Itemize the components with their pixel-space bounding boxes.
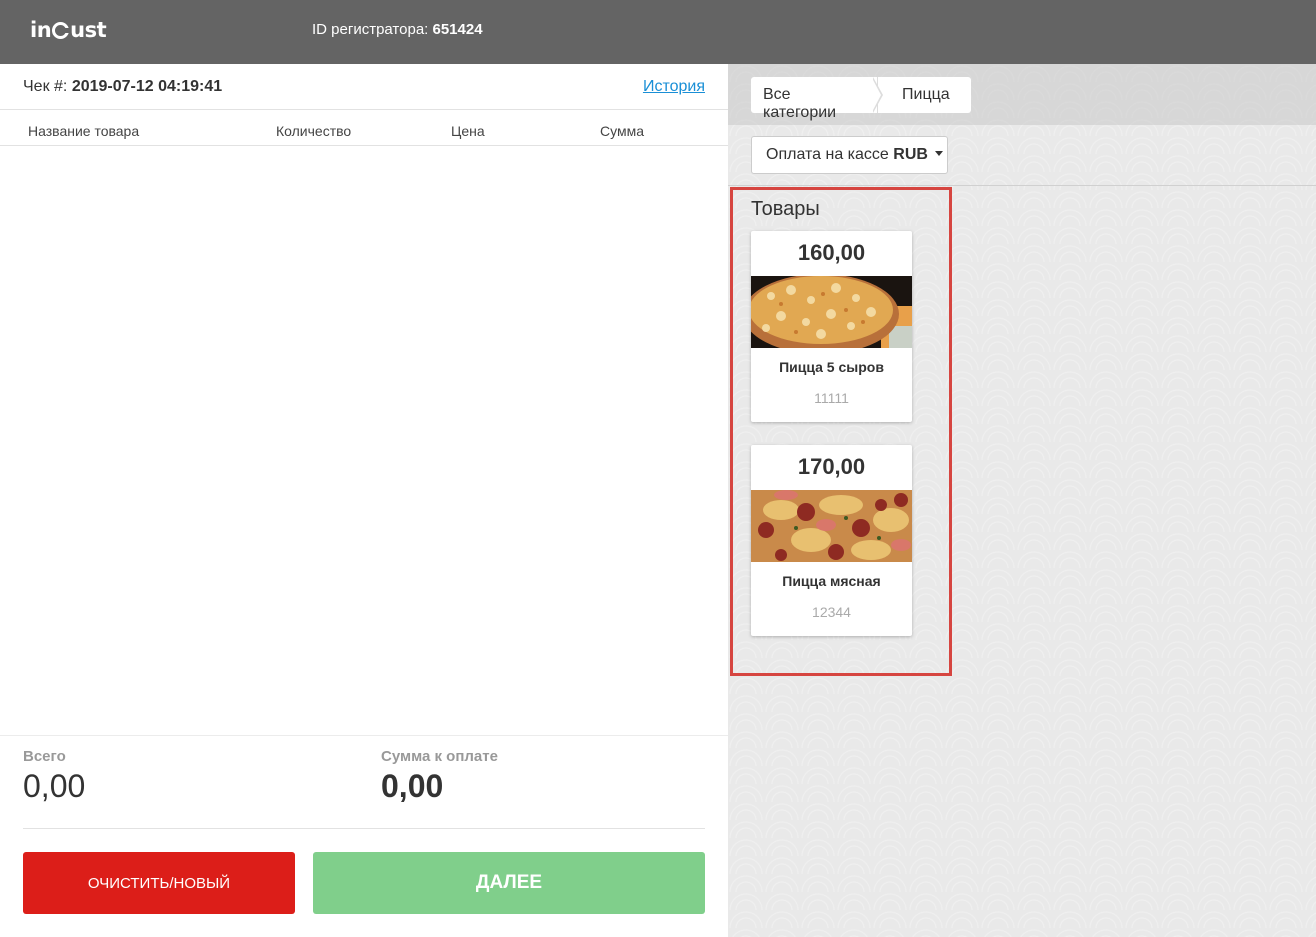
incust-logo: in ust bbox=[30, 18, 107, 42]
breadcrumb-all-categories[interactable]: Все категории bbox=[751, 77, 878, 121]
check-label: Чек #: bbox=[23, 78, 68, 95]
registrar-label: ID регистратора: bbox=[312, 21, 429, 38]
product-name: Пицца 5 сыров bbox=[779, 359, 884, 375]
payment-label: Оплата на кассе bbox=[766, 146, 889, 163]
top-bar: in ust ID регистратора: 651424 bbox=[0, 0, 1316, 64]
registrar-id-value: 651424 bbox=[432, 21, 483, 38]
total-label: Всего bbox=[23, 748, 66, 765]
payment-divider bbox=[728, 185, 1316, 186]
pizza-meat-image bbox=[751, 490, 912, 562]
history-link[interactable]: История bbox=[643, 78, 705, 96]
buttons-divider bbox=[23, 828, 705, 829]
catalog-panel: Все категории Пицца Оплата на кассе RUB … bbox=[728, 64, 1316, 937]
product-code: 12344 bbox=[812, 604, 851, 620]
totals-divider bbox=[0, 735, 728, 736]
check-header: Чек #: 2019-07-12 04:19:41 История bbox=[0, 64, 728, 110]
registrar-id: ID регистратора: 651424 bbox=[312, 21, 483, 38]
payment-method-dropdown[interactable]: Оплата на кассе RUB bbox=[751, 136, 948, 174]
receipt-panel: Чек #: 2019-07-12 04:19:41 История Назва… bbox=[0, 64, 728, 937]
product-price: 170,00 bbox=[797, 454, 866, 479]
check-value: 2019-07-12 04:19:41 bbox=[71, 78, 223, 95]
receipt-table-header: Название товара Количество Цена Сумма bbox=[0, 110, 728, 146]
column-quantity: Количество bbox=[276, 123, 352, 139]
product-price: 160,00 bbox=[797, 240, 866, 265]
pizza-cheese-image bbox=[751, 276, 912, 348]
column-price: Цена bbox=[451, 123, 485, 139]
product-card[interactable]: 160,00 Пицца 5 сыров 11111 bbox=[751, 231, 912, 422]
column-sum: Сумма bbox=[600, 123, 644, 139]
products-section-title: Товары bbox=[751, 198, 820, 220]
caret-down-icon bbox=[935, 151, 944, 156]
product-name: Пицца мясная bbox=[782, 573, 881, 589]
check-number: Чек #: 2019-07-12 04:19:41 bbox=[23, 78, 222, 96]
clear-new-button[interactable]: ОЧИСТИТЬ/НОВЫЙ bbox=[23, 852, 295, 914]
total-value: 0,00 bbox=[23, 768, 86, 804]
next-button[interactable]: ДАЛЕЕ bbox=[313, 852, 705, 914]
payable-label: Сумма к оплате bbox=[381, 748, 498, 765]
breadcrumb: Все категории Пицца bbox=[728, 64, 1316, 125]
product-card[interactable]: 170,00 Пицца мясная 12344 bbox=[751, 445, 912, 636]
payment-currency: RUB bbox=[893, 146, 928, 163]
column-name: Название товара bbox=[28, 123, 140, 139]
breadcrumb-pizza[interactable]: Пицца bbox=[878, 77, 971, 113]
product-code: 11111 bbox=[814, 390, 849, 406]
payable-value: 0,00 bbox=[381, 768, 444, 804]
